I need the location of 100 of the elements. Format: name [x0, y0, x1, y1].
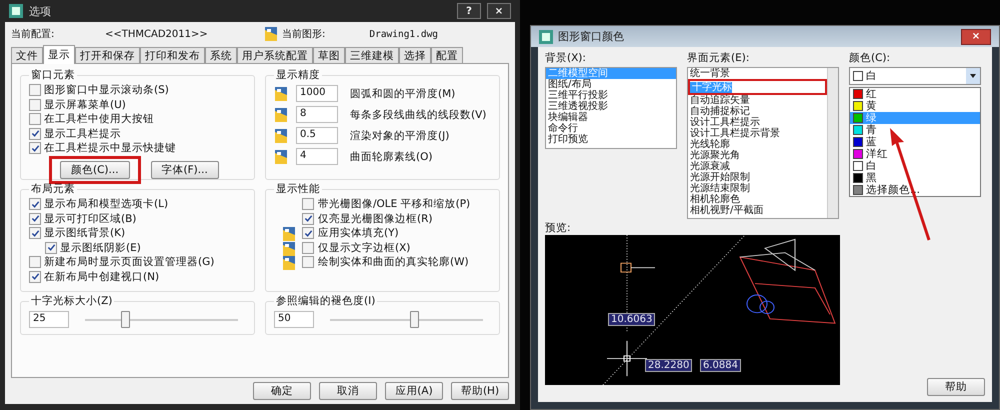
checkbox[interactable]: [29, 98, 41, 111]
drawing-setting-icon: [274, 148, 288, 164]
close-button[interactable]: ×: [487, 3, 511, 19]
number-field[interactable]: 25: [29, 311, 69, 328]
list-item[interactable]: 设计工具栏提示: [688, 117, 827, 128]
tab[interactable]: 文件: [11, 47, 43, 63]
dialog-button[interactable]: 取消: [319, 382, 377, 400]
tab[interactable]: 配置: [431, 47, 463, 63]
list-item[interactable]: 自动追踪矢量: [688, 95, 827, 106]
checkbox-label: 在工具栏中使用大按钮: [44, 112, 154, 126]
checkbox[interactable]: [29, 270, 41, 283]
drawing-label: 当前图形:: [282, 28, 326, 41]
list-item[interactable]: 光线轮廓: [688, 139, 827, 150]
checkbox[interactable]: [45, 242, 57, 254]
dialog-button[interactable]: 确定: [253, 382, 311, 400]
drawing-setting-icon: [282, 226, 296, 242]
group-title: 十字光标大小(Z): [30, 294, 114, 308]
dialog-button[interactable]: 帮助(H): [451, 382, 509, 400]
dialog-button[interactable]: 帮助: [927, 378, 985, 396]
close-button[interactable]: ×: [961, 28, 991, 44]
checkbox[interactable]: [302, 227, 314, 240]
drawing-setting-icon: [264, 26, 278, 42]
number-field[interactable]: 0.5: [296, 127, 338, 144]
checkbox[interactable]: [29, 128, 41, 140]
checkbox[interactable]: [29, 113, 41, 126]
checkbox[interactable]: [29, 227, 41, 240]
list-item[interactable]: 图纸/布局: [546, 79, 676, 90]
dialog-button[interactable]: 颜色(C)...: [60, 160, 130, 178]
checkbox[interactable]: [29, 198, 41, 210]
app-icon: [9, 4, 23, 18]
list-item[interactable]: 自动捕捉标记: [688, 106, 827, 117]
color-option[interactable]: 青: [850, 124, 980, 136]
list-item[interactable]: 块编辑器: [546, 112, 676, 123]
setting-label: 曲面轮廓素线(O): [350, 150, 432, 164]
checkbox-label: 显示可打印区域(B): [44, 212, 136, 226]
window-title: 选项: [29, 4, 51, 18]
dimension-value: 28.2280: [645, 359, 692, 372]
context-list[interactable]: 二维模型空间 图纸/布局 三维平行投影 三维透视投影 块编辑器 命令行 打印预览: [545, 67, 677, 149]
number-field[interactable]: 4: [296, 148, 338, 165]
number-field[interactable]: 1000: [296, 85, 338, 102]
drawing-setting-icon: [274, 128, 288, 144]
checkbox[interactable]: [29, 256, 41, 268]
list-item[interactable]: 光源结束限制: [688, 183, 827, 194]
checkbox[interactable]: [302, 198, 314, 210]
color-option[interactable]: 红: [850, 88, 980, 100]
number-field[interactable]: 8: [296, 106, 338, 123]
checkbox[interactable]: [29, 212, 41, 225]
tab[interactable]: 用户系统配置: [237, 47, 313, 63]
list-label: 背景(X):: [545, 51, 587, 65]
color-option[interactable]: 黄: [850, 100, 980, 112]
dialog-button[interactable]: 字体(F)...: [150, 160, 219, 178]
color-option[interactable]: 蓝: [850, 136, 980, 148]
list-item[interactable]: 光源衰减: [688, 161, 827, 172]
list-item[interactable]: 相机轮廓色: [688, 194, 827, 205]
number-field[interactable]: 50: [274, 311, 314, 328]
tab[interactable]: 草图: [313, 47, 345, 63]
slider-thumb[interactable]: [410, 311, 420, 328]
tab[interactable]: 打印和发布: [140, 47, 205, 63]
checkbox-label: 显示图纸阴影(E): [60, 240, 141, 255]
tab[interactable]: 三维建模: [345, 47, 399, 63]
checkbox-label: 应用实体填充(Y): [318, 226, 399, 240]
option-label: 洋红: [866, 147, 888, 160]
checkbox[interactable]: [29, 84, 41, 96]
color-option[interactable]: 洋红: [850, 148, 980, 160]
list-item[interactable]: 命令行: [546, 123, 676, 134]
tab[interactable]: 显示: [43, 45, 75, 64]
checkbox[interactable]: [302, 212, 314, 225]
color-option[interactable]: 白: [850, 160, 980, 172]
drawing-setting-icon: [282, 255, 296, 272]
list-item[interactable]: 三维平行投影: [546, 90, 676, 101]
scrollbar[interactable]: [827, 68, 838, 218]
color-option[interactable]: 黑: [850, 172, 980, 184]
help-button[interactable]: ?: [457, 3, 481, 19]
checkbox-label: 带光栅图像/OLE 平移和缩放(P): [318, 197, 470, 212]
color-dropdown[interactable]: 白: [849, 67, 981, 85]
tab[interactable]: 打开和保存: [75, 47, 140, 63]
drawing-setting-icon: [274, 86, 288, 102]
checkbox-label: 仅亮显光栅图像边框(R): [318, 212, 432, 226]
checkbox[interactable]: [302, 256, 314, 268]
color-swatch: [853, 71, 863, 81]
list-item[interactable]: 光源聚光角: [688, 150, 827, 161]
list-item[interactable]: 光源开始限制: [688, 172, 827, 183]
checkbox[interactable]: [29, 142, 41, 154]
list-item[interactable]: 打印预览: [546, 134, 676, 145]
checkbox-label: 显示工具栏提示: [44, 126, 121, 141]
list-item[interactable]: 相机视野/平截面: [688, 205, 827, 216]
option-label: 绿: [866, 111, 877, 124]
dialog-button[interactable]: 应用(A): [385, 382, 443, 400]
tab[interactable]: 选择: [399, 47, 431, 63]
list-item[interactable]: 三维透视投影: [546, 101, 676, 112]
list-item[interactable]: 设计工具栏提示背景: [688, 128, 827, 139]
profile-label: 当前配置:: [11, 28, 56, 41]
drawing-setting-icon: [274, 106, 288, 122]
list-label: 界面元素(E):: [687, 51, 750, 65]
tab[interactable]: 系统: [205, 47, 237, 63]
setting-label: 每条多段线曲线的线段数(V): [350, 108, 486, 122]
checkbox[interactable]: [302, 242, 314, 254]
group-title: 窗口元素: [30, 68, 76, 82]
drawing-name: Drawing1.dwg: [369, 28, 438, 40]
slider-thumb[interactable]: [120, 311, 130, 328]
